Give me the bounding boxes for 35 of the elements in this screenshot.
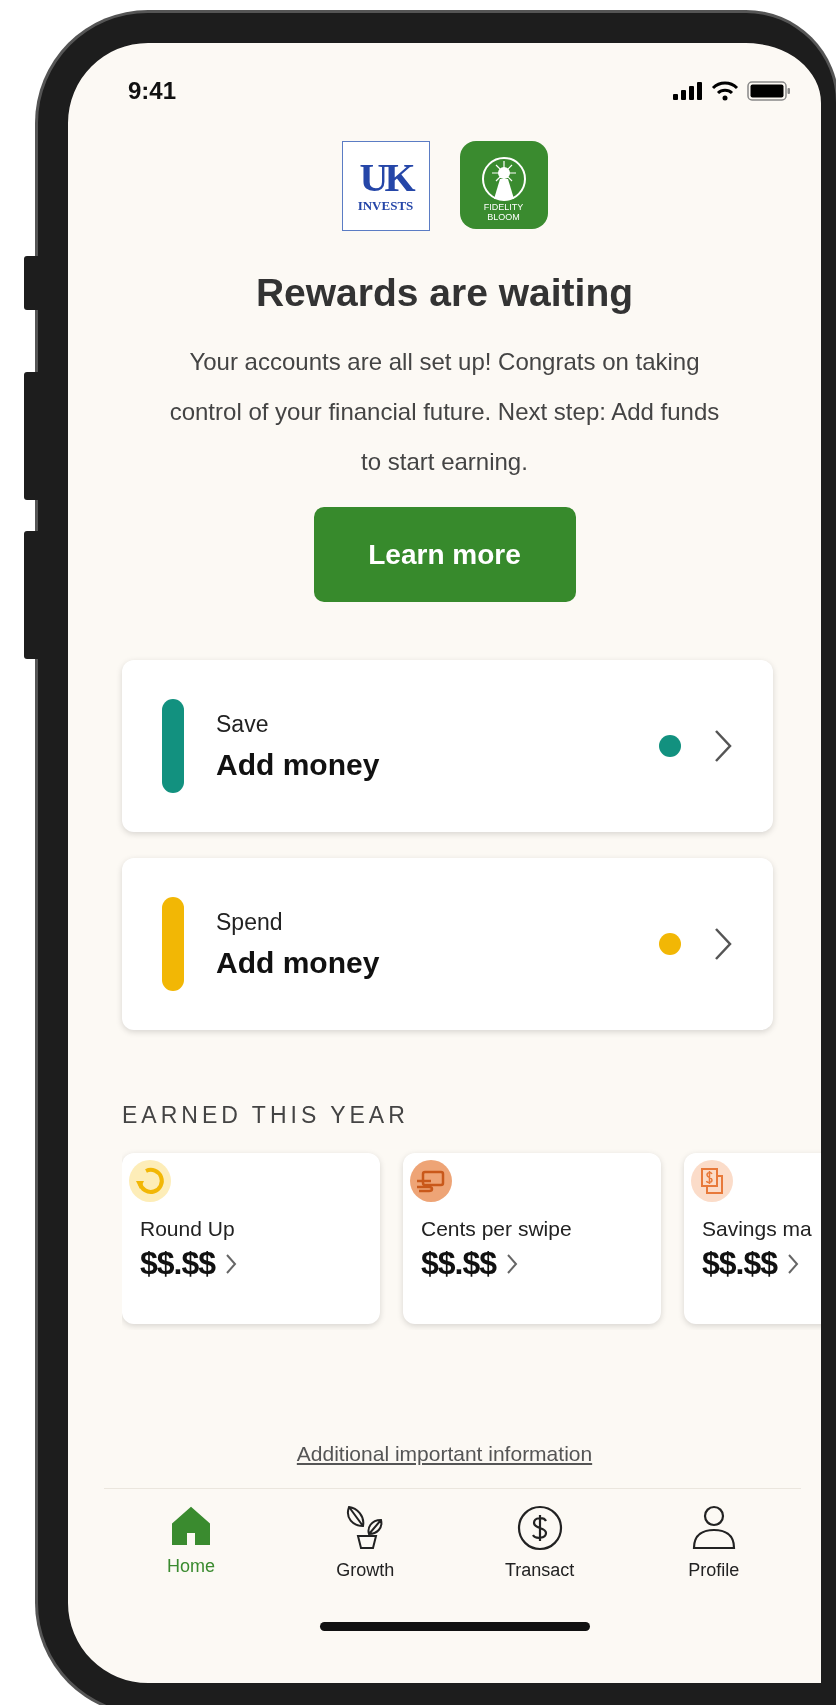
- chevron-right-icon: [713, 926, 733, 962]
- reward-label: Round Up: [140, 1217, 236, 1241]
- learn-more-button[interactable]: Learn more: [313, 507, 576, 602]
- nav-tab[interactable]: Home: [126, 1503, 257, 1582]
- account-action: Add money: [216, 747, 381, 782]
- reward-card[interactable]: Cents per swipe $$.$$: [403, 1153, 661, 1324]
- reward-amount: $$.$$: [421, 1245, 497, 1282]
- status-time: 9:41: [128, 77, 177, 105]
- reward-card[interactable]: Round Up $$.$$: [122, 1153, 380, 1324]
- signal-icon: [673, 82, 703, 100]
- page-title: Rewards are waiting: [254, 271, 635, 315]
- reward-amount: $$.$$: [702, 1245, 778, 1282]
- card-hand-icon: [409, 1159, 453, 1203]
- welcome-message: Your accounts are all set up! Congrats on taking control of your financial future. Next step: Add funds to start earning.: [168, 347, 721, 477]
- reward-amount: $$.$$: [140, 1245, 216, 1282]
- nav-tab[interactable]: Growth: [300, 1503, 431, 1582]
- dollar-circle-icon: [515, 1504, 564, 1552]
- battery-icon: [747, 81, 791, 101]
- nav-tab[interactable]: Transact: [474, 1503, 605, 1582]
- account-label: Spend: [216, 908, 284, 936]
- account-action: Add money: [216, 945, 381, 980]
- chevron-right-icon: [713, 728, 733, 764]
- section-heading: EARNED THIS YEAR: [122, 1102, 410, 1129]
- info-link[interactable]: Additional important information: [296, 1442, 593, 1466]
- reward-label: Savings ma: [702, 1217, 813, 1241]
- partner-logo: UK INVESTS: [341, 141, 430, 231]
- wifi-icon: [711, 81, 739, 101]
- reward-card[interactable]: Savings ma $$.$$: [684, 1153, 821, 1324]
- nav-tab[interactable]: Profile: [648, 1503, 779, 1582]
- account-card[interactable]: Spend Add money: [122, 858, 773, 1030]
- account-card[interactable]: Save Add money: [122, 660, 773, 832]
- reward-label: Cents per swipe: [421, 1217, 573, 1241]
- dollar-document-icon: [690, 1159, 734, 1203]
- app-logo: FIDELITY BLOOM: [459, 141, 548, 229]
- account-label: Save: [216, 710, 270, 738]
